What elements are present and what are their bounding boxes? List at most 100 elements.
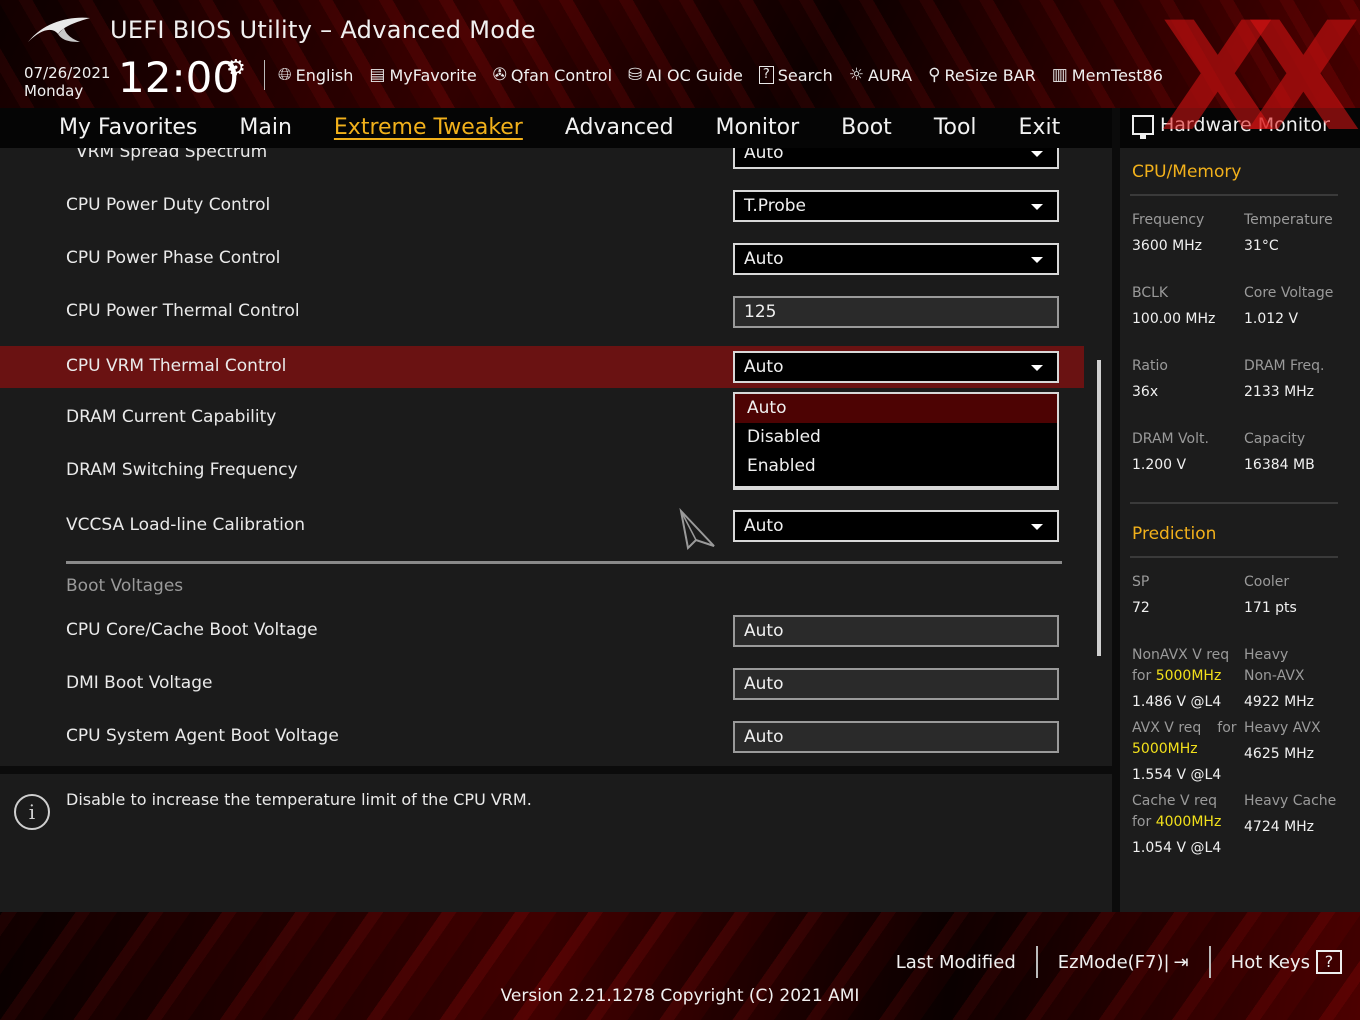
scrollbar[interactable] [1097, 360, 1101, 656]
setting-label: CPU Core/Cache Boot Voltage [66, 620, 318, 640]
ezmode-label: EzMode(F7)| [1057, 951, 1170, 973]
setting-row-dmi-boot-voltage[interactable]: DMI Boot Voltage Auto [0, 663, 1084, 705]
search-label: Search [777, 65, 833, 85]
chevron-down-icon [1031, 204, 1043, 210]
date-display[interactable]: 07/26/2021 Monday [24, 64, 110, 100]
hw-label: Ratio [1132, 358, 1168, 374]
aura-light-icon: ☼ [848, 65, 864, 85]
ai-oc-label: AI OC Guide [646, 65, 743, 85]
setting-row-vccsa-load-line-calibration[interactable]: VCCSA Load-line Calibration Auto [0, 505, 1084, 547]
hw-value: 4625 MHz [1244, 746, 1315, 762]
setting-dropdown[interactable]: Auto [733, 510, 1059, 542]
fan-icon: ✇ [492, 65, 507, 85]
clock[interactable]: 12:00 [118, 54, 239, 102]
hw-value: 16384 MB [1244, 457, 1315, 473]
tab-boot[interactable]: Boot [820, 108, 913, 148]
hw-label: DRAM Volt. [1132, 431, 1209, 447]
hw-ratio: Ratio 36x [1132, 356, 1244, 402]
day-text: Monday [24, 82, 84, 100]
hw-value: 1.554 V @L4 [1132, 767, 1222, 783]
footer-divider [1035, 946, 1038, 978]
ai-oc-guide-button[interactable]: ⛁ AI OC Guide [628, 65, 743, 85]
setting-row-vrm-spread-spectrum[interactable]: VRM Spread Spectrum Auto [0, 148, 1084, 174]
hw-label: Cache V req [1132, 793, 1217, 809]
myfavorite-button[interactable]: ▤ MyFavorite [369, 65, 476, 85]
aura-button[interactable]: ☼ AURA [849, 65, 912, 85]
myfavorite-label: MyFavorite [389, 65, 477, 85]
hw-heavy-cache: Heavy Cache 4724 MHz [1244, 791, 1356, 838]
setting-input[interactable]: 125 [733, 296, 1059, 328]
hw-value: 72 [1132, 600, 1150, 616]
hw-label: AVX V req for [1132, 720, 1237, 736]
menu-bar: My Favorites Main Extreme Tweaker Advanc… [0, 108, 1112, 148]
setting-input[interactable]: Auto [733, 668, 1059, 700]
setting-dropdown[interactable]: Auto [733, 148, 1059, 169]
tab-my-favorites[interactable]: My Favorites [38, 108, 218, 148]
setting-input[interactable]: Auto [733, 721, 1059, 753]
setting-row-cpu-vrm-thermal-control[interactable]: CPU VRM Thermal Control Auto [0, 346, 1084, 388]
dropdown-option-disabled[interactable]: Disabled [735, 423, 1057, 452]
resize-bar-button[interactable]: ⚲ ReSize BAR [928, 65, 1036, 85]
hw-value: 36x [1132, 384, 1159, 400]
setting-label: VRM Spread Spectrum [76, 148, 268, 162]
chevron-down-icon [1031, 257, 1043, 263]
gear-icon[interactable]: ⚙ [226, 56, 246, 81]
last-modified-button[interactable]: Last Modified [896, 952, 1016, 973]
aura-label: AURA [867, 65, 913, 85]
hw-label-freq: for 5000MHz [1132, 668, 1222, 684]
tab-exit[interactable]: Exit [998, 108, 1082, 148]
dropdown-value: Auto [744, 516, 784, 536]
hw-value: 171 pts [1244, 600, 1297, 616]
chevron-down-icon [1031, 365, 1043, 371]
hot-keys-button[interactable]: Hot Keys? [1231, 950, 1342, 974]
hw-value: 1.012 V [1244, 311, 1299, 327]
dropdown-options-list: Auto Disabled Enabled [733, 392, 1059, 488]
section-title-boot-voltages: Boot Voltages [66, 576, 184, 596]
setting-row-cpu-power-duty-control[interactable]: CPU Power Duty Control T.Probe [0, 185, 1084, 227]
hw-sp: SP 72 [1132, 572, 1244, 618]
setting-row-cpu-power-thermal-control[interactable]: CPU Power Thermal Control 125 [0, 291, 1084, 333]
hw-value: 1.486 V @L4 [1132, 694, 1222, 710]
tab-monitor[interactable]: Monitor [695, 108, 821, 148]
setting-label: CPU System Agent Boot Voltage [66, 726, 339, 746]
language-button[interactable]: 🌐︎ English [278, 65, 353, 85]
setting-dropdown[interactable]: Auto [733, 243, 1059, 275]
tab-main[interactable]: Main [218, 108, 313, 148]
favorite-list-icon: ▤ [369, 65, 386, 85]
dropdown-option-auto[interactable]: Auto [735, 394, 1057, 423]
hw-heavy-nonavx: Heavy Non-AVX 4922 MHz [1244, 645, 1356, 713]
setting-row-cpu-system-agent-boot-voltage[interactable]: CPU System Agent Boot Voltage Auto [0, 716, 1084, 758]
tab-tool[interactable]: Tool [913, 108, 998, 148]
toolbar: 🌐︎ English ▤ MyFavorite ✇ Qfan Control ⛁ AI … [278, 60, 1179, 90]
qfan-control-button[interactable]: ✇ Qfan Control [493, 65, 612, 85]
help-box-icon: ? [1316, 950, 1342, 974]
hw-value: 1.200 V [1132, 457, 1187, 473]
dropdown-value: Auto [744, 249, 784, 269]
dropdown-option-enabled[interactable]: Enabled [735, 452, 1057, 481]
setting-label: CPU Power Phase Control [66, 248, 281, 268]
tab-extreme-tweaker[interactable]: Extreme Tweaker [313, 108, 544, 148]
setting-label: DRAM Current Capability [66, 407, 277, 427]
setting-dropdown[interactable]: T.Probe [733, 190, 1059, 222]
setting-row-cpu-core-cache-boot-voltage[interactable]: CPU Core/Cache Boot Voltage Auto [0, 610, 1084, 652]
hw-dram-volt: DRAM Volt. 1.200 V [1132, 429, 1244, 475]
search-button[interactable]: ? Search [758, 65, 833, 85]
search-icon: ? [758, 66, 774, 84]
ezmode-button[interactable]: EzMode(F7)| ⇥ [1058, 952, 1189, 973]
language-label: English [295, 65, 354, 85]
hw-label: Frequency [1132, 212, 1205, 228]
help-text: Disable to increase the temperature limi… [66, 790, 532, 809]
setting-label: VCCSA Load-line Calibration [66, 515, 306, 535]
hw-frequency: Frequency 3600 MHz [1132, 210, 1244, 256]
setting-input[interactable]: Auto [733, 615, 1059, 647]
setting-row-cpu-power-phase-control[interactable]: CPU Power Phase Control Auto [0, 238, 1084, 280]
memtest-button[interactable]: ▥ MemTest86 [1052, 65, 1163, 85]
mouse-cursor-icon [679, 508, 715, 550]
hw-dram-freq: DRAM Freq. 2133 MHz [1244, 356, 1356, 402]
setting-dropdown[interactable]: Auto [733, 351, 1059, 383]
tab-advanced[interactable]: Advanced [544, 108, 695, 148]
hw-value: 31°C [1244, 238, 1279, 254]
setting-label: CPU VRM Thermal Control [66, 356, 287, 376]
hw-label: Heavy [1244, 647, 1289, 663]
chevron-down-icon [1031, 151, 1043, 157]
